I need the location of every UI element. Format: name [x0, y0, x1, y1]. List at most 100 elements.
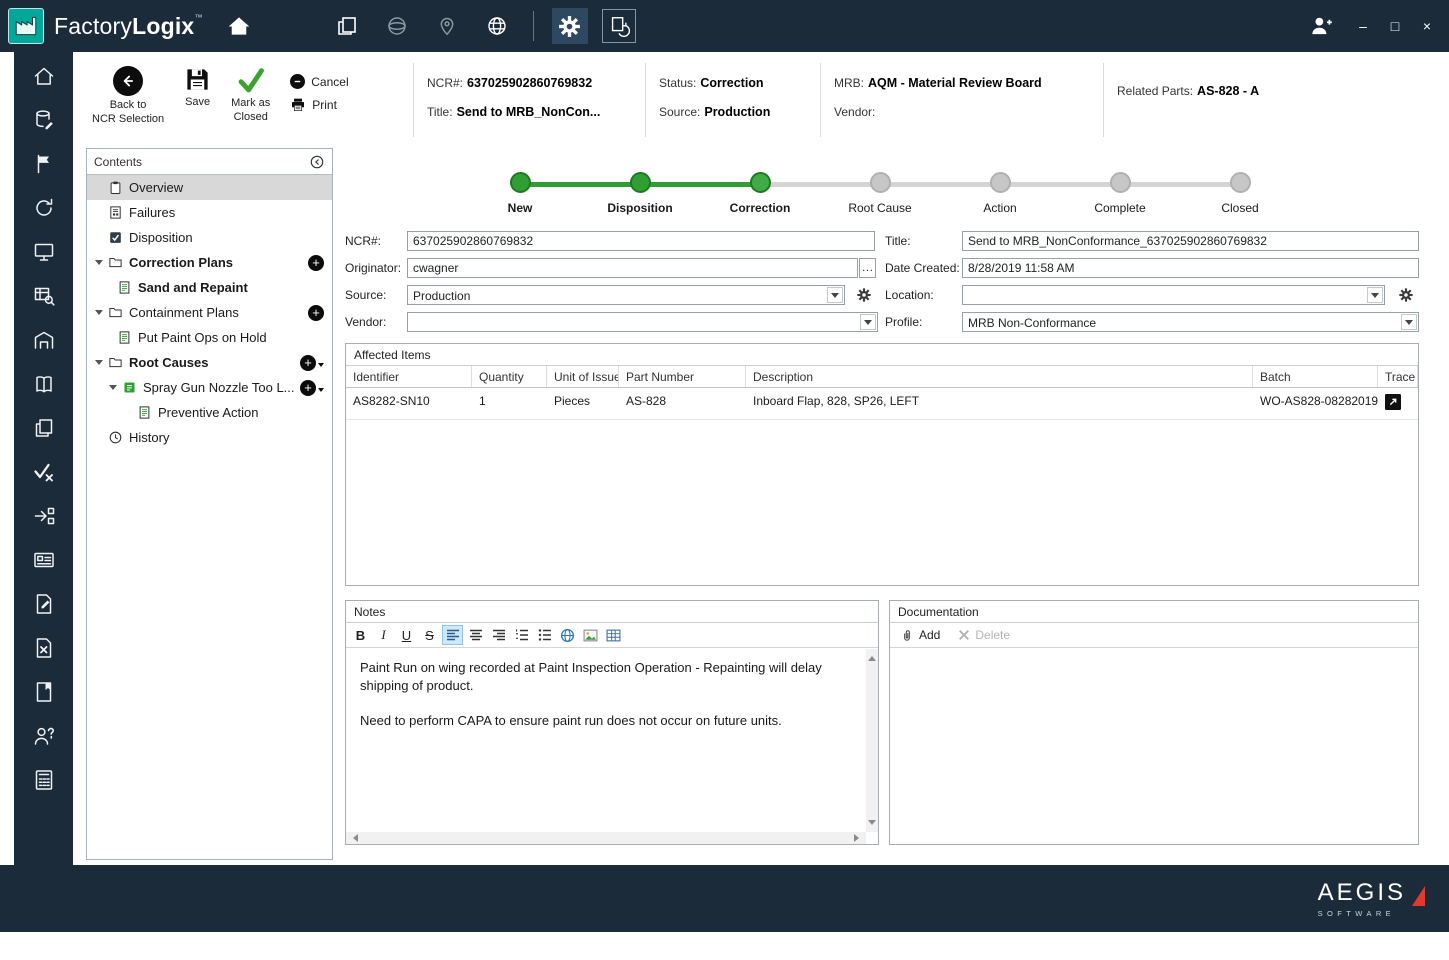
- column-description[interactable]: Description: [746, 366, 1253, 387]
- sidebar-item-document-template[interactable]: [14, 680, 73, 704]
- contents-item-preventive-action[interactable]: Preventive Action: [87, 400, 332, 425]
- aegis-red-mark-icon: [1410, 883, 1427, 907]
- home-button[interactable]: [221, 8, 257, 44]
- expander-caret[interactable]: [95, 360, 103, 369]
- add-containment-plan-button[interactable]: +: [308, 305, 324, 321]
- chevron-down-icon[interactable]: [827, 287, 843, 303]
- notes-vertical-scrollbar[interactable]: [866, 649, 878, 832]
- column-batch[interactable]: Batch: [1253, 366, 1378, 387]
- contents-item-spray-gun-nozzle[interactable]: Spray Gun Nozzle Too L... +: [87, 375, 332, 400]
- align-left-button[interactable]: [442, 625, 463, 645]
- bulleted-list-icon: [538, 628, 552, 642]
- active-module-button[interactable]: [602, 9, 636, 43]
- chevron-down-icon[interactable]: [860, 314, 876, 330]
- back-to-ncr-selection-button[interactable]: Back toNCR Selection: [92, 66, 164, 127]
- globe-button[interactable]: [479, 8, 515, 44]
- italic-button[interactable]: I: [373, 625, 394, 645]
- sidebar-item-library[interactable]: [14, 372, 73, 396]
- sidebar-item-warehouse[interactable]: [14, 328, 73, 352]
- bold-button[interactable]: B: [350, 625, 371, 645]
- column-identifier[interactable]: Identifier: [346, 366, 472, 387]
- sidebar-item-idcard[interactable]: [14, 548, 73, 572]
- chevron-down-icon[interactable]: [1401, 314, 1417, 330]
- insert-table-button[interactable]: [603, 625, 624, 645]
- toolbar-divider: [1103, 63, 1104, 137]
- save-button[interactable]: Save: [184, 66, 211, 110]
- sidebar-item-copy[interactable]: [14, 416, 73, 440]
- copy-icon: [32, 416, 56, 440]
- expander-caret[interactable]: [95, 260, 103, 269]
- add-corrective-action-menu-caret[interactable]: [318, 388, 324, 395]
- copy-button[interactable]: [329, 8, 365, 44]
- minimize-button[interactable]: –: [1355, 19, 1371, 33]
- contents-item-failures[interactable]: Failures: [87, 200, 332, 225]
- insert-link-button[interactable]: [557, 625, 578, 645]
- column-unit-of-issue[interactable]: Unit of Issue: [547, 366, 619, 387]
- expander-caret[interactable]: [109, 385, 117, 394]
- add-corrective-action-button[interactable]: +: [300, 380, 316, 396]
- contents-item-overview[interactable]: Overview: [87, 175, 332, 200]
- add-root-cause-button[interactable]: +: [300, 355, 316, 371]
- title-input[interactable]: [962, 231, 1419, 251]
- notes-horizontal-scrollbar[interactable]: [346, 832, 866, 844]
- contents-item-disposition[interactable]: Disposition: [87, 225, 332, 250]
- contents-item-correction-plans[interactable]: Correction Plans +: [87, 250, 332, 275]
- sidebar-item-document-remove[interactable]: [14, 636, 73, 660]
- trace-view-icon[interactable]: [1385, 394, 1401, 410]
- cancel-button[interactable]: Cancel: [290, 74, 348, 89]
- sidebar-item-document-edit[interactable]: [14, 592, 73, 616]
- vendor-select[interactable]: [407, 312, 878, 332]
- originator-input[interactable]: [407, 258, 858, 278]
- settings-button[interactable]: [552, 8, 588, 44]
- insert-image-button[interactable]: [580, 625, 601, 645]
- originator-browse-button[interactable]: …: [859, 258, 876, 278]
- contents-item-put-paint-ops-on-hold[interactable]: Put Paint Ops on Hold: [87, 325, 332, 350]
- location-settings-gear-icon[interactable]: [1398, 287, 1414, 303]
- expander-caret[interactable]: [95, 310, 103, 319]
- contents-item-root-causes[interactable]: Root Causes +: [87, 350, 332, 375]
- table-row[interactable]: AS8282-SN10 1 Pieces AS-828 Inboard Flap…: [346, 388, 1418, 420]
- sidebar-item-database[interactable]: [14, 108, 73, 132]
- bulleted-list-button[interactable]: [534, 625, 555, 645]
- strikethrough-button[interactable]: S: [419, 625, 440, 645]
- mark-as-closed-button[interactable]: Mark asClosed: [231, 66, 270, 125]
- delete-attachment-button[interactable]: Delete: [958, 628, 1010, 642]
- sidebar-item-worksheet[interactable]: [14, 768, 73, 792]
- sidebar-item-transfer[interactable]: [14, 504, 73, 528]
- location-button[interactable]: [429, 8, 465, 44]
- ncr-input[interactable]: [407, 231, 875, 251]
- date-created-input[interactable]: [962, 258, 1419, 278]
- contents-item-history[interactable]: History: [87, 425, 332, 450]
- sphere-button[interactable]: [379, 8, 415, 44]
- align-center-button[interactable]: [465, 625, 486, 645]
- numbered-list-button[interactable]: [511, 625, 532, 645]
- sidebar-item-templates[interactable]: [14, 152, 73, 176]
- add-attachment-button[interactable]: Add: [900, 628, 940, 643]
- sidebar-item-lookup[interactable]: [14, 284, 73, 308]
- user-menu-button[interactable]: [1303, 8, 1339, 44]
- sidebar-item-home[interactable]: [14, 64, 73, 88]
- source-settings-gear-icon[interactable]: [856, 287, 872, 303]
- profile-select[interactable]: MRB Non-Conformance: [962, 312, 1419, 332]
- close-button[interactable]: ×: [1419, 19, 1435, 33]
- sidebar-item-sync[interactable]: [14, 196, 73, 220]
- maximize-button[interactable]: □: [1387, 19, 1403, 33]
- collapse-panel-icon[interactable]: [309, 154, 325, 170]
- contents-item-containment-plans[interactable]: Containment Plans +: [87, 300, 332, 325]
- sidebar-item-verify[interactable]: [14, 460, 73, 484]
- print-button[interactable]: Print: [290, 97, 348, 113]
- source-select[interactable]: Production: [407, 285, 845, 305]
- add-correction-plan-button[interactable]: +: [308, 255, 324, 271]
- column-quantity[interactable]: Quantity: [472, 366, 547, 387]
- sidebar-item-support[interactable]: [14, 724, 73, 748]
- sidebar-item-stations[interactable]: [14, 240, 73, 264]
- underline-button[interactable]: U: [396, 625, 417, 645]
- chevron-down-icon[interactable]: [1367, 287, 1383, 303]
- notes-editor[interactable]: Paint Run on wing recorded at Paint Insp…: [346, 649, 866, 832]
- column-trace[interactable]: Trace: [1378, 366, 1418, 387]
- column-part-number[interactable]: Part Number: [619, 366, 746, 387]
- add-root-cause-menu-caret[interactable]: [318, 363, 324, 370]
- align-right-button[interactable]: [488, 625, 509, 645]
- contents-item-sand-and-repaint[interactable]: Sand and Repaint: [87, 275, 332, 300]
- location-select[interactable]: [962, 285, 1385, 305]
